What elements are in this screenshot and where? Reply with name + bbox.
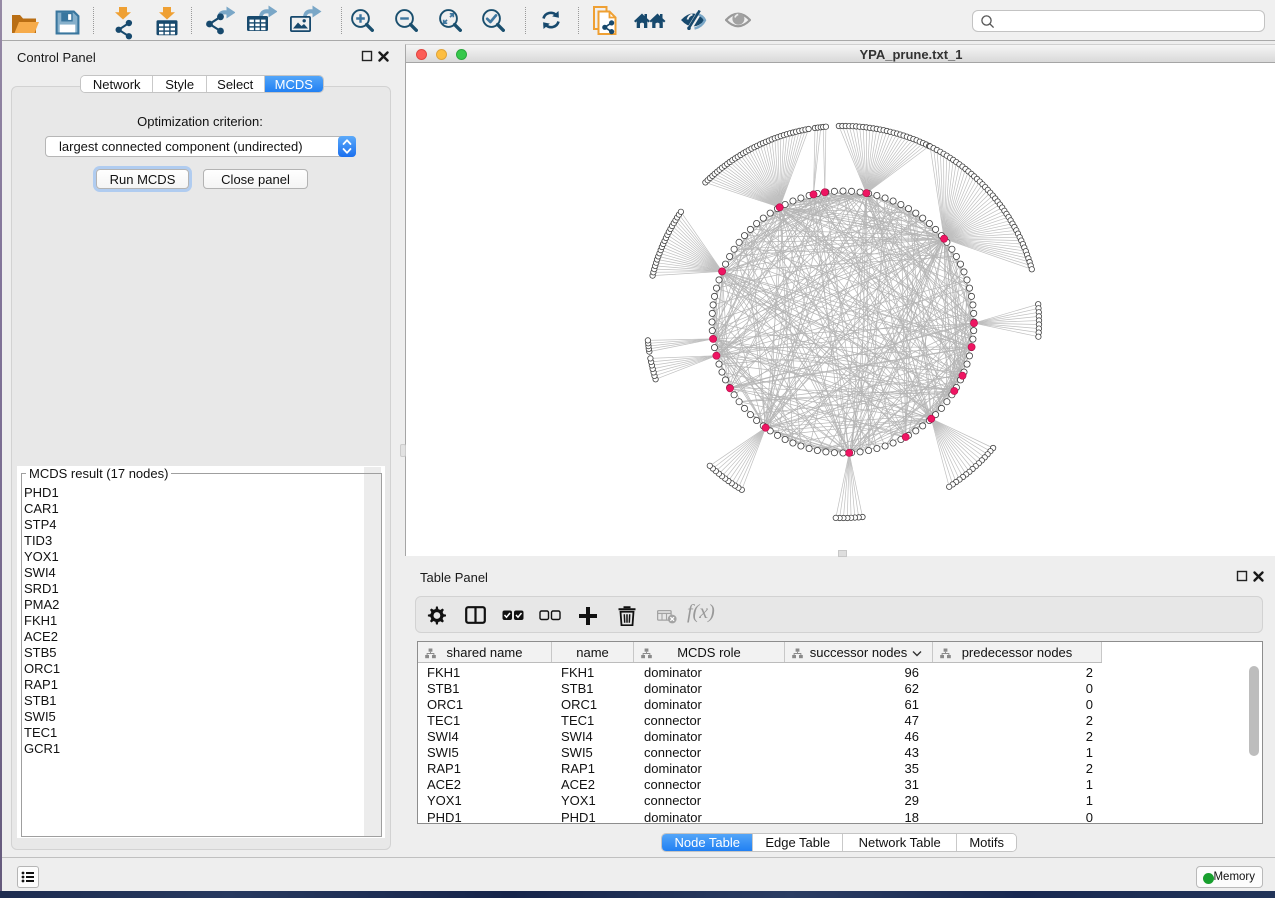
svg-text:f(x): f(x) [687,602,715,623]
